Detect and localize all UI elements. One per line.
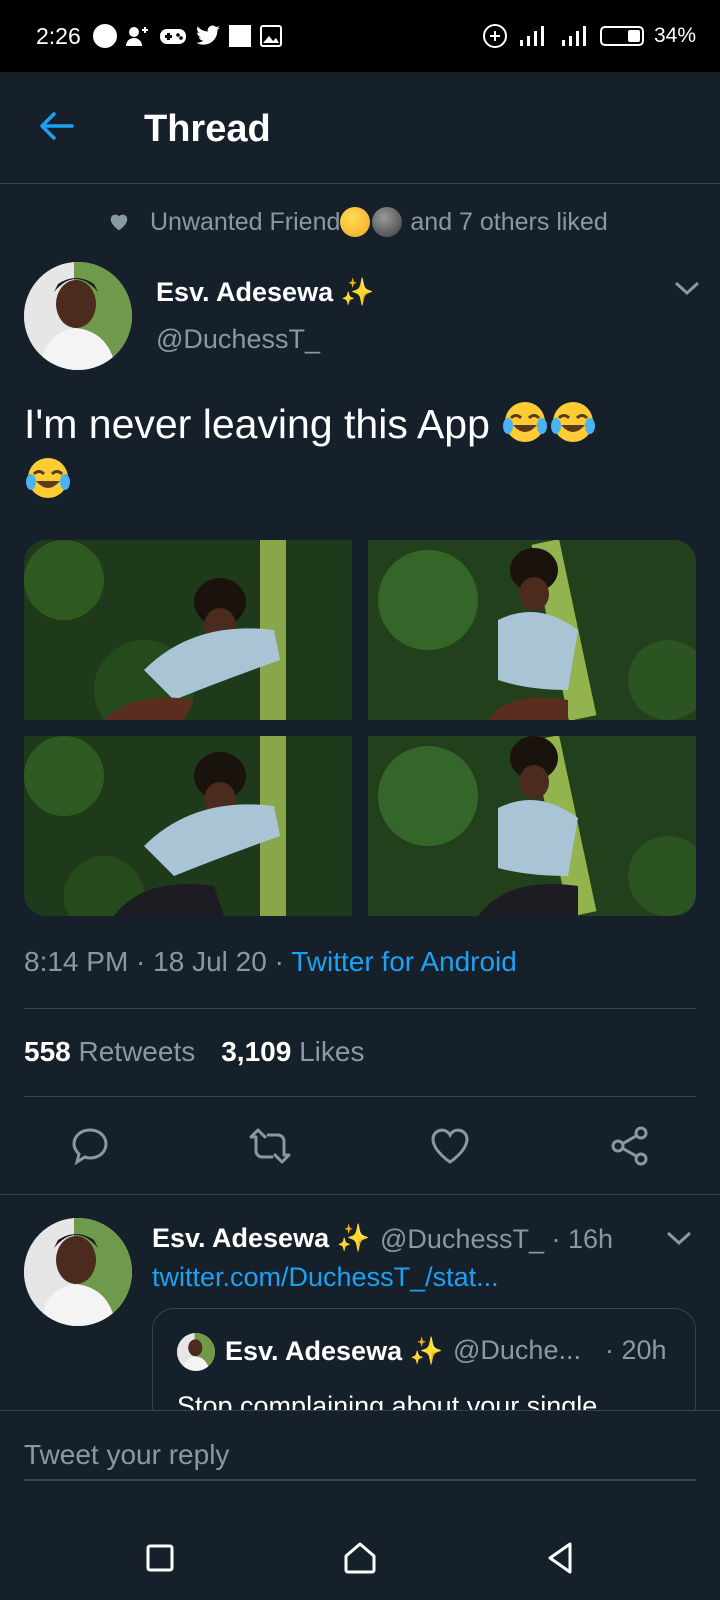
gamepad-icon — [159, 29, 186, 44]
sparkles-icon: ✨ — [340, 277, 375, 307]
tweet-timestamp: 8:14 PM · 18 Jul 20 · Twitter for Androi… — [24, 946, 517, 977]
heart-icon — [110, 214, 128, 231]
reply-icon[interactable] — [68, 1124, 112, 1168]
author-handle[interactable]: @DuchessT_ — [156, 324, 320, 355]
square-notification-icon — [228, 25, 251, 47]
share-icon[interactable] — [608, 1124, 652, 1168]
back-button[interactable] — [36, 106, 76, 146]
author-name[interactable]: Esv. Adesewa ✨ — [156, 276, 374, 308]
notification-icons — [92, 24, 283, 48]
quoted-avatar — [177, 1333, 215, 1371]
reply-composer — [0, 1410, 720, 1516]
status-bar: 2:26 34% — [0, 0, 720, 72]
quoted-handle: @Duche... — [453, 1335, 581, 1365]
avatar[interactable] — [24, 262, 132, 370]
reply-avatar[interactable] — [24, 1218, 132, 1326]
reply-handle-time: @DuchessT_ · 16h — [380, 1224, 614, 1254]
sparkles-icon: ✨ — [336, 1223, 371, 1253]
moon-face-emoji-icon — [372, 207, 403, 237]
tweet-stats: 558 Retweets 3,109 Likes — [24, 1036, 364, 1068]
twitter-bird-icon — [195, 25, 220, 45]
data-saver-icon — [482, 24, 507, 48]
tweet-text: I'm never leaving this App — [24, 396, 696, 508]
notification-dot-icon — [92, 24, 117, 48]
tears-of-joy-emoji-icon — [26, 458, 70, 498]
retweets-stat[interactable]: 558 Retweets — [24, 1036, 195, 1068]
signal-secondary-icon — [561, 26, 586, 46]
likes-stat[interactable]: 3,109 Likes — [221, 1036, 364, 1068]
tweet-photo-4[interactable] — [368, 736, 696, 916]
unamused-emoji-icon — [340, 207, 371, 237]
reply-link[interactable]: twitter.com/DuchessT_/stat... — [152, 1262, 499, 1293]
tweet-source-link[interactable]: Twitter for Android — [291, 946, 517, 977]
tears-of-joy-emoji-icon — [503, 402, 548, 442]
reply-input[interactable] — [24, 1431, 696, 1481]
chevron-down-icon[interactable] — [672, 278, 702, 298]
tweet-photo-2[interactable] — [368, 540, 696, 720]
divider — [24, 1008, 696, 1009]
back-nav-button[interactable] — [538, 1536, 582, 1580]
add-contact-icon — [125, 27, 148, 46]
quoted-author-name: Esv. Adesewa ✨ — [225, 1336, 444, 1366]
reply-author-name[interactable]: Esv. Adesewa ✨ — [152, 1222, 370, 1254]
home-button[interactable] — [338, 1536, 382, 1580]
tweet-photo-1[interactable] — [24, 540, 352, 720]
quoted-time: · 20h — [605, 1335, 667, 1365]
sparkles-icon: ✨ — [409, 1336, 444, 1366]
battery-icon — [599, 26, 644, 46]
social-context[interactable]: Unwanted Friend and 7 others liked — [108, 207, 608, 237]
battery-percent: 34% — [653, 24, 696, 47]
social-context-suffix: and 7 others liked — [410, 207, 608, 236]
status-time: 2:26 — [36, 22, 81, 49]
recents-button[interactable] — [138, 1536, 182, 1580]
page-title: Thread — [144, 108, 271, 150]
divider — [0, 1194, 720, 1195]
signal-icon — [519, 26, 544, 46]
like-icon[interactable] — [428, 1124, 472, 1168]
thread-header: Thread — [0, 72, 720, 184]
tears-of-joy-emoji-icon — [551, 402, 596, 442]
tweet-photo-3[interactable] — [24, 736, 352, 916]
social-context-name: Unwanted Friend — [150, 207, 341, 236]
system-nav-bar — [0, 1516, 720, 1600]
status-right: 34% — [482, 23, 696, 49]
chevron-down-icon[interactable] — [664, 1228, 694, 1248]
gallery-icon — [259, 25, 282, 47]
retweet-icon[interactable] — [248, 1124, 292, 1168]
divider — [24, 1096, 696, 1097]
